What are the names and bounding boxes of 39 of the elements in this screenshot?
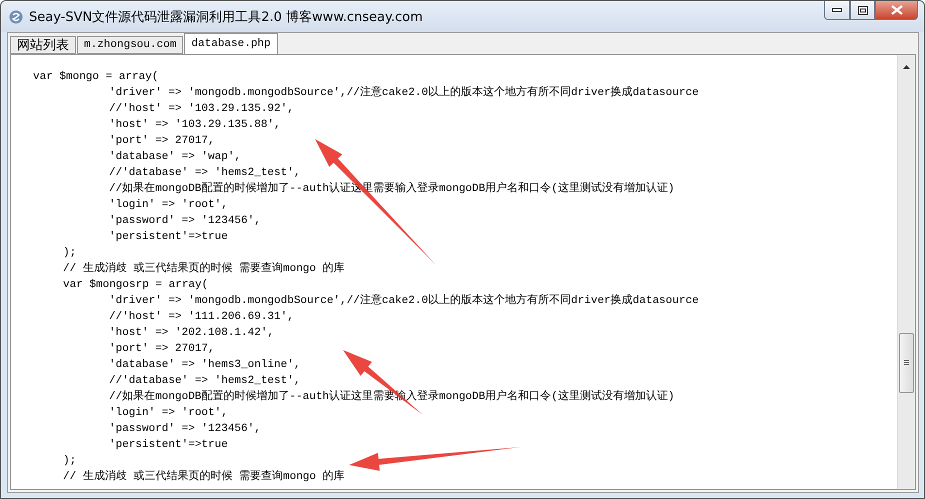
code-line: 'persistent'=>true (109, 439, 228, 451)
code-line: 'login' => 'root', (109, 407, 228, 419)
minimize-icon (832, 8, 842, 12)
code-line: ); (63, 455, 76, 467)
code-line: 'driver' => 'mongodb.mongodbSource',//注意cake2.0以上的版本这个地方有所不同driver换成datasource (109, 295, 699, 307)
code-line: 'database' => 'wap', (109, 151, 242, 163)
grip-icon (904, 360, 909, 366)
code-line: ); (63, 247, 76, 259)
code-line: // 生成消歧 或三代结果页的时候 需要查询mongo 的库 (63, 471, 345, 483)
scroll-bar[interactable] (897, 55, 915, 489)
code-line: 'password' => '123456', (109, 215, 261, 227)
tab[interactable]: database.php (184, 33, 278, 54)
window-title: Seay-SVN文件源代码泄露漏洞利用工具2.0 博客www.cnseay.com (29, 8, 424, 26)
code-line: //'database' => 'hems2_test', (109, 375, 300, 387)
code-line: 'password' => '123456', (109, 423, 261, 435)
code-line: //'host' => '111.206.69.31', (109, 311, 294, 323)
code-line: // 生成消歧 或三代结果页的时候 需要查询mongo 的库 (63, 263, 345, 275)
close-button[interactable] (875, 1, 918, 20)
code-line: 'database' => 'hems3_online', (109, 359, 300, 371)
code-line: 'port' => 27017, (109, 135, 215, 147)
scroll-up-icon[interactable] (903, 65, 910, 69)
maximize-icon (858, 6, 868, 14)
code-line: 'port' => 27017, (109, 343, 215, 355)
close-icon (890, 5, 902, 15)
code-line: //'host' => '103.29.135.92', (109, 103, 294, 115)
code-line: 'host' => '103.29.135.88', (109, 119, 281, 131)
code-line: 'persistent'=>true (109, 231, 228, 243)
minimize-button[interactable] (824, 1, 850, 20)
tab[interactable]: m.zhongsou.com (77, 36, 184, 54)
code-line: 'driver' => 'mongodb.mongodbSource',//注意cake2.0以上的版本这个地方有所不同driver换成datasource (109, 87, 699, 99)
code-line: var $mongo = array( (33, 71, 158, 83)
tab[interactable]: 网站列表 (10, 36, 76, 54)
maximize-button[interactable] (850, 1, 875, 20)
app-icon (9, 10, 23, 24)
code-line: 'host' => '202.108.1.42', (109, 327, 274, 339)
code-line: //'database' => 'hems2_test', (109, 167, 300, 179)
code-line: 'login' => 'root', (109, 199, 228, 211)
scroll-thumb[interactable] (899, 333, 914, 393)
code-line: var $mongosrp = array( (63, 279, 208, 291)
